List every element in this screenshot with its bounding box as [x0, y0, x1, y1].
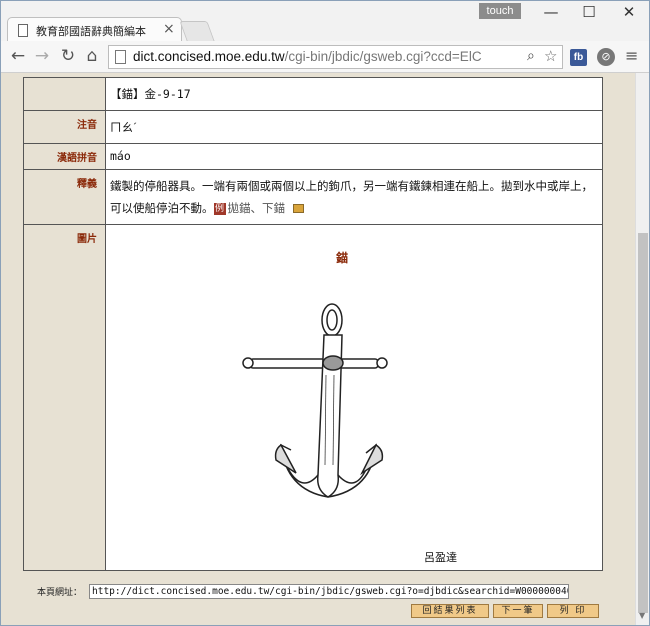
back-arrow-icon[interactable]: ←: [7, 46, 29, 66]
extension-icon[interactable]: ⊘: [597, 48, 615, 66]
new-tab-button[interactable]: [179, 21, 215, 41]
picture-label: 圖片: [23, 224, 106, 571]
tab-strip: 教育部國語辭典簡編本 × touch — ☐ ✕: [1, 1, 649, 43]
example-icon[interactable]: 例: [213, 202, 226, 215]
close-window-button[interactable]: ✕: [613, 3, 645, 21]
pinyin-value: máo: [105, 143, 603, 170]
page-info-icon[interactable]: [115, 50, 126, 64]
scrollbar-thumb[interactable]: [638, 233, 648, 613]
blank-label-cell: [23, 77, 106, 111]
touch-badge: touch: [479, 3, 521, 19]
page-url-field[interactable]: http://dict.concised.moe.edu.tw/cgi-bin/…: [89, 584, 569, 599]
address-bar[interactable]: dict.concised.moe.edu.tw/cgi-bin/jbdic/g…: [108, 45, 563, 69]
back-to-results-button[interactable]: 回結果列表: [411, 604, 489, 618]
anchor-illustration: [242, 303, 388, 498]
headword-cell: 【錨】金-9-17: [105, 77, 603, 111]
entry-table: 【錨】金-9-17 注音 ㄇㄠˊ 漢語拼音 máo 釋義 鐵製的停船器具。一端有…: [23, 77, 603, 571]
minimize-button[interactable]: —: [535, 3, 567, 21]
dictionary-page: 【錨】金-9-17 注音 ㄇㄠˊ 漢語拼音 máo 釋義 鐵製的停船器具。一端有…: [11, 73, 627, 625]
print-button[interactable]: 列 印: [547, 604, 599, 618]
page-icon: [18, 24, 28, 37]
picture-row: 圖片 錨 呂盈達: [23, 224, 603, 571]
url-label: 本頁網址：: [37, 588, 83, 598]
menu-icon[interactable]: ≡: [625, 46, 638, 65]
forward-arrow-icon[interactable]: →: [31, 46, 53, 66]
home-icon[interactable]: ⌂: [81, 46, 103, 66]
picture-link-icon[interactable]: [293, 204, 304, 213]
zhuyin-value: ㄇㄠˊ: [105, 110, 603, 144]
zhuyin-row: 注音 ㄇㄠˊ: [23, 110, 603, 144]
picture-credit: 呂盈達: [424, 551, 457, 564]
tab-close-icon[interactable]: ×: [163, 21, 175, 37]
picture-cell: 錨 呂盈達: [105, 224, 603, 571]
pinyin-row: 漢語拼音 máo: [23, 143, 603, 170]
pinyin-label: 漢語拼音: [23, 143, 106, 170]
reload-icon[interactable]: ↻: [57, 46, 79, 66]
zhuyin-label: 注音: [23, 110, 106, 144]
definition-label: 釋義: [23, 169, 106, 225]
definition-text: 鐵製的停船器具。一端有兩個或兩個以上的鉤爪，另一端有鐵鍊相連在船上。拋到水中或岸…: [110, 179, 593, 215]
headword-row: 【錨】金-9-17: [23, 77, 603, 111]
next-entry-button[interactable]: 下一筆: [493, 604, 543, 618]
tab-active[interactable]: 教育部國語辭典簡編本 ×: [7, 17, 182, 43]
tab-title: 教育部國語辭典簡編本: [36, 25, 146, 38]
scroll-down-arrow-icon[interactable]: ▼: [639, 611, 645, 620]
definition-row: 釋義 鐵製的停船器具。一端有兩個或兩個以上的鉤爪，另一端有鐵鍊相連在船上。拋到水…: [23, 169, 603, 225]
browser-window: 教育部國語辭典簡編本 × touch — ☐ ✕ ← → ↻ ⌂ dict.co…: [0, 0, 650, 626]
definition-cell: 鐵製的停船器具。一端有兩個或兩個以上的鉤爪，另一端有鐵鍊相連在船上。拋到水中或岸…: [105, 169, 603, 225]
example-words[interactable]: 拋錨、下錨: [228, 201, 286, 215]
url-text[interactable]: dict.concised.moe.edu.tw/cgi-bin/jbdic/g…: [133, 49, 482, 64]
facebook-extension-icon[interactable]: fb: [570, 49, 587, 66]
browser-toolbar: ← → ↻ ⌂ dict.concised.moe.edu.tw/cgi-bin…: [1, 41, 649, 73]
page-viewport: 【錨】金-9-17 注音 ㄇㄠˊ 漢語拼音 máo 釋義 鐵製的停船器具。一端有…: [1, 73, 635, 625]
search-icon[interactable]: ⌕: [527, 48, 535, 64]
vertical-scrollbar[interactable]: ▼: [635, 73, 649, 625]
maximize-button[interactable]: ☐: [573, 3, 605, 21]
bookmark-star-icon[interactable]: ☆: [544, 47, 557, 65]
